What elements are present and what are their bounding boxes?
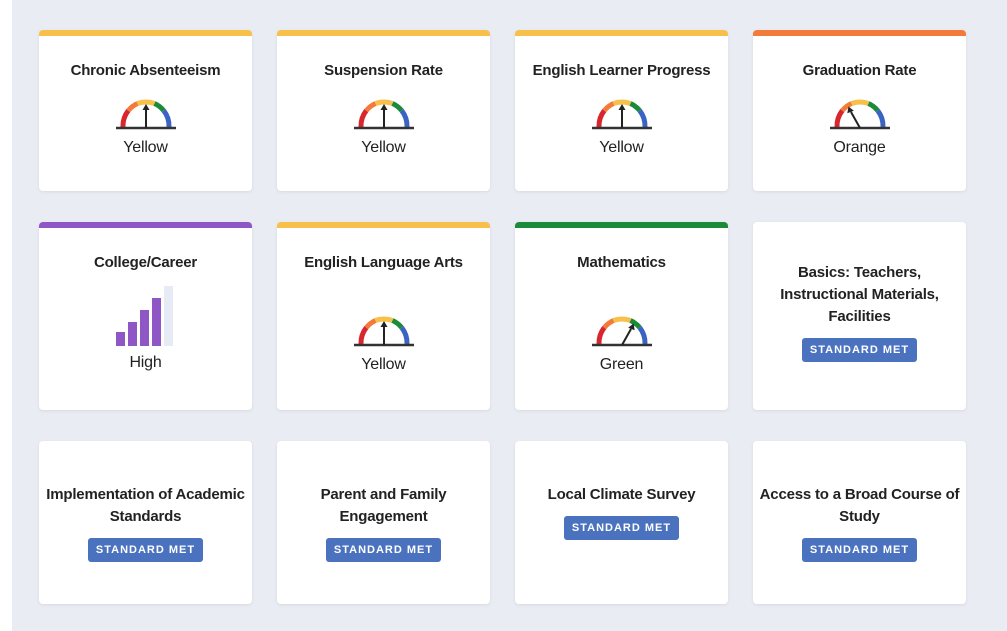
- card-mathematics[interactable]: Mathematics Green: [515, 222, 728, 410]
- card-local-climate-survey[interactable]: Local Climate Survey STANDARD MET: [515, 441, 728, 604]
- card-title-line: Implementation of Academic: [46, 486, 245, 503]
- card-title-line: Parent and Family: [320, 486, 447, 503]
- card-english-language-arts[interactable]: English Language Arts Yellow: [277, 222, 490, 410]
- card-title: Mathematics: [577, 254, 666, 271]
- status-bar-purple: [39, 222, 252, 228]
- status-label: High: [129, 354, 162, 371]
- status-label: Yellow: [361, 356, 406, 373]
- card-access-broad-course[interactable]: Access to a Broad Course of Study STANDA…: [753, 441, 966, 604]
- card-implementation-academic-standards[interactable]: Implementation of Academic Standards STA…: [39, 441, 252, 604]
- card-suspension-rate[interactable]: Suspension Rate Yellow: [277, 30, 490, 191]
- card-title-line: Instructional Materials,: [780, 286, 939, 303]
- card-title: English Language Arts: [304, 254, 463, 271]
- gauge-orange-icon: [829, 99, 890, 130]
- card-title: Parent and Family Engagement: [277, 484, 490, 528]
- status-bar-green: [515, 222, 728, 228]
- dashboard-panel: Chronic Absenteeism Yellow Suspension Ra…: [12, 0, 1007, 631]
- card-chronic-absenteeism[interactable]: Chronic Absenteeism Yellow: [39, 30, 252, 191]
- card-parent-family-engagement[interactable]: Parent and Family Engagement STANDARD ME…: [277, 441, 490, 604]
- card-title-line: Standards: [109, 508, 182, 525]
- gauge-yellow-icon: [115, 99, 176, 130]
- gauge-yellow-icon: [353, 316, 414, 347]
- status-label: Orange: [833, 139, 886, 156]
- status-bar-yellow: [277, 30, 490, 36]
- standard-met-badge: STANDARD MET: [801, 538, 918, 562]
- status-label: Yellow: [123, 139, 168, 156]
- card-title-line: Basics: Teachers,: [797, 264, 922, 281]
- status-label: Green: [599, 356, 644, 373]
- status-label: Yellow: [599, 139, 644, 156]
- standard-met-badge: STANDARD MET: [325, 538, 442, 562]
- card-title-line: Study: [839, 508, 880, 525]
- card-title: Graduation Rate: [802, 62, 917, 79]
- card-basics[interactable]: Basics: Teachers, Instructional Material…: [753, 222, 966, 410]
- status-label: Yellow: [361, 139, 406, 156]
- status-bar-orange: [753, 30, 966, 36]
- card-title: College/Career: [93, 254, 198, 271]
- card-title-line: Access to a Broad Course of: [759, 486, 960, 503]
- card-college-career[interactable]: College/Career High: [39, 222, 252, 410]
- status-bar-yellow: [515, 30, 728, 36]
- card-title: Chronic Absenteeism: [70, 62, 221, 79]
- card-english-learner-progress[interactable]: English Learner Progress Yellow: [515, 30, 728, 191]
- gauge-yellow-icon: [353, 99, 414, 130]
- card-graduation-rate[interactable]: Graduation Rate Orange: [753, 30, 966, 191]
- gauge-green-icon: [591, 316, 652, 347]
- standard-met-badge: STANDARD MET: [87, 538, 204, 562]
- performance-bars-icon: [115, 286, 173, 346]
- card-title: Basics: Teachers, Instructional Material…: [753, 262, 966, 328]
- standard-met-badge: STANDARD MET: [563, 516, 680, 540]
- card-title: Implementation of Academic Standards: [39, 484, 252, 528]
- card-title: English Learner Progress: [532, 62, 711, 79]
- status-bar-yellow: [277, 222, 490, 228]
- card-title: Local Climate Survey: [547, 486, 696, 503]
- card-title: Access to a Broad Course of Study: [753, 484, 966, 528]
- standard-met-badge: STANDARD MET: [801, 338, 918, 362]
- card-title: Suspension Rate: [324, 62, 443, 79]
- gauge-yellow-icon: [591, 99, 652, 130]
- card-title-line: Engagement: [339, 508, 428, 525]
- card-title-line: Facilities: [828, 308, 891, 325]
- status-bar-yellow: [39, 30, 252, 36]
